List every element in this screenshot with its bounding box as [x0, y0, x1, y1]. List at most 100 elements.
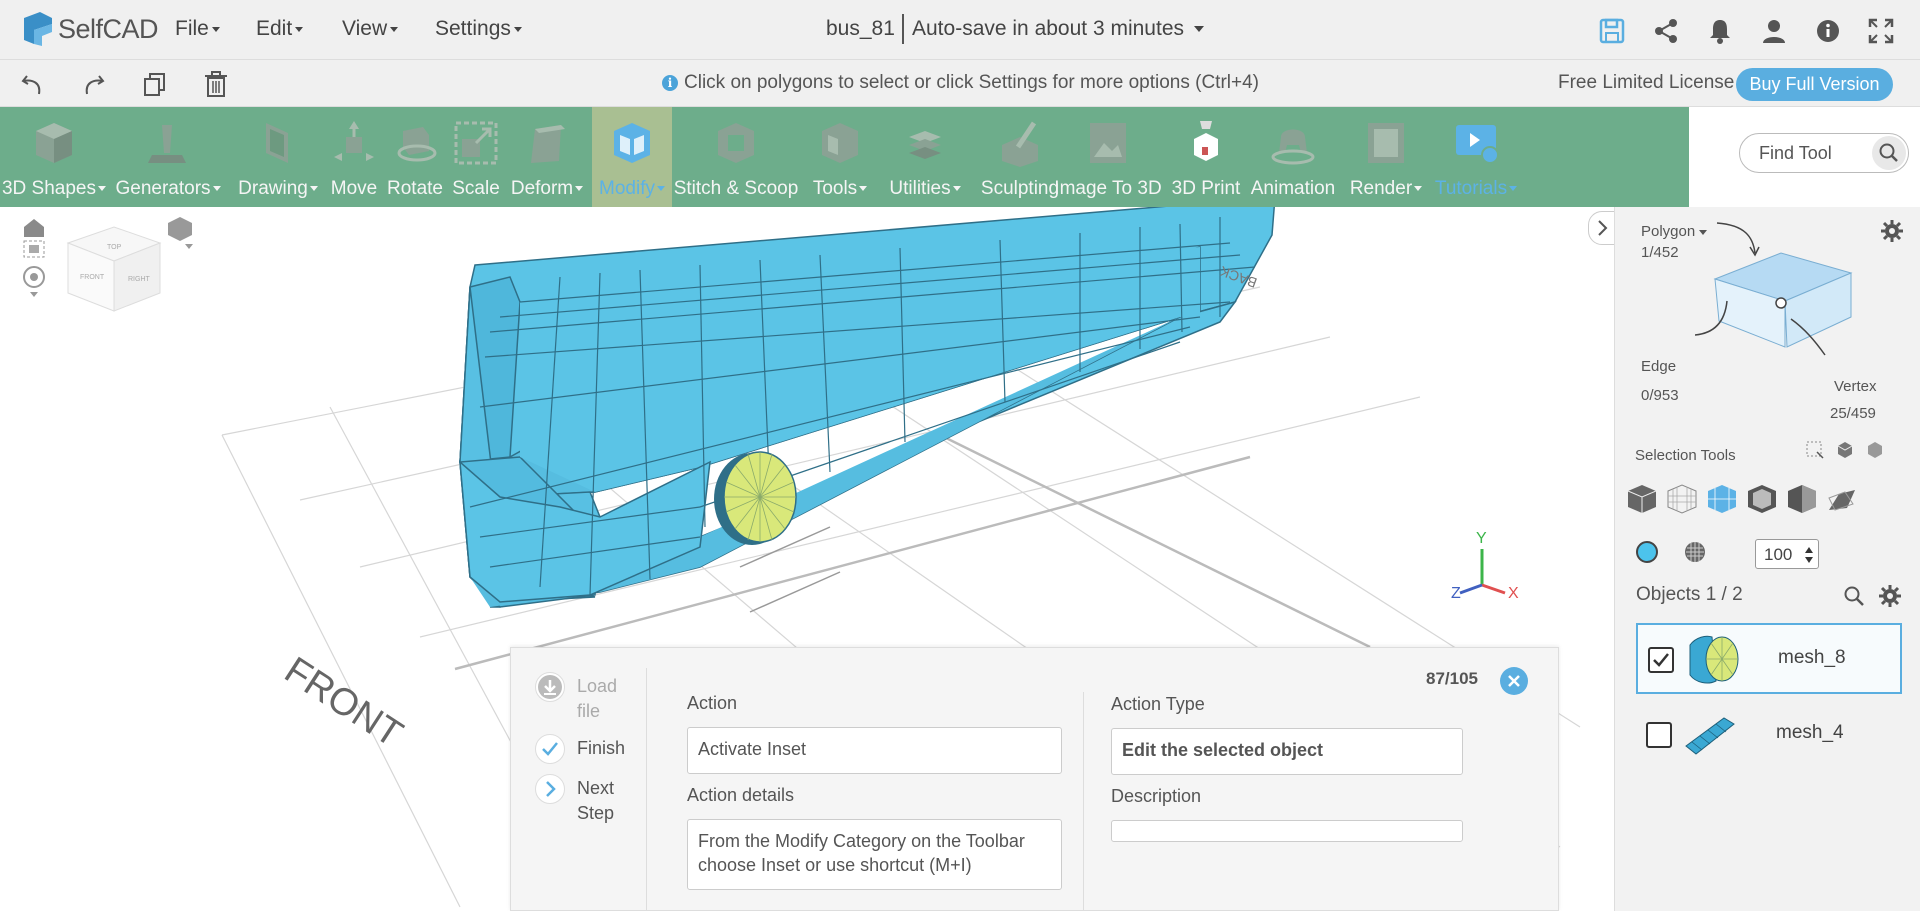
finish-button[interactable]: Finish	[535, 734, 625, 764]
select-connected-icon[interactable]	[1865, 440, 1885, 460]
vertex-label[interactable]: Vertex	[1834, 378, 1877, 395]
box-select-icon[interactable]	[1805, 440, 1825, 460]
app-logo[interactable]: SelfCAD	[20, 10, 159, 48]
home-view-icon[interactable]	[24, 219, 44, 237]
cube-icon	[36, 123, 72, 163]
mesh-8-thumbnail	[1689, 635, 1739, 684]
collapse-panel-button[interactable]	[1588, 211, 1616, 245]
menu-file[interactable]: File	[175, 17, 220, 41]
find-tool-box	[1739, 133, 1909, 173]
object-name: mesh_8	[1778, 647, 1846, 668]
check-icon	[535, 734, 565, 764]
rotate-icon	[397, 127, 437, 162]
fullscreen-icon[interactable]	[1866, 16, 1896, 46]
image-to-3d-icon	[1090, 123, 1126, 163]
copy-icon[interactable]	[141, 70, 169, 98]
tool-generators[interactable]: Generators	[108, 107, 228, 207]
drawing-icon	[266, 123, 288, 163]
menu-bar: SelfCAD File Edit View Settings bus_81 A…	[0, 0, 1920, 60]
tool-scale[interactable]: Scale	[450, 107, 502, 207]
solid-cube-icon[interactable]	[1625, 482, 1659, 516]
object-visibility-checkbox[interactable]	[1648, 647, 1674, 673]
bell-icon[interactable]	[1705, 16, 1735, 46]
tools-icon	[822, 123, 858, 163]
tool-tutorials[interactable]: Tutorials	[1426, 107, 1526, 207]
trash-icon[interactable]	[202, 70, 230, 98]
tool-utilities[interactable]: Utilities	[880, 107, 970, 207]
license-text: Free Limited License	[1558, 72, 1735, 93]
tool-modify[interactable]: Modify	[592, 107, 672, 207]
chevron-right-icon	[535, 774, 565, 804]
object-name: mesh_4	[1776, 722, 1844, 743]
tool-3d-print[interactable]: 3D Print	[1166, 107, 1246, 207]
menu-edit[interactable]: Edit	[256, 17, 304, 41]
menu-view[interactable]: View	[342, 17, 399, 41]
selection-tools-label: Selection Tools	[1635, 447, 1736, 464]
action-label: Action	[687, 693, 738, 713]
download-icon	[535, 672, 565, 702]
close-dialog-button[interactable]	[1500, 667, 1528, 695]
dialog-divider	[1083, 692, 1084, 911]
half-cube-icon[interactable]	[1785, 482, 1819, 516]
stepper-arrows-icon[interactable]	[1804, 544, 1814, 566]
svg-text:TOP: TOP	[107, 244, 122, 251]
face-select-cube-icon[interactable]	[1705, 482, 1739, 516]
autosave-status[interactable]: Auto-save in about 3 minutes	[912, 17, 1204, 41]
select-all-icon[interactable]	[1835, 440, 1855, 460]
svg-text:FRONT: FRONT	[80, 274, 105, 281]
bus-mesh[interactable]	[459, 207, 1275, 608]
tutorial-step-dialog: Load file Finish Next Step Action Activa…	[510, 647, 1559, 911]
project-name[interactable]: bus_81	[826, 17, 895, 41]
step-counter: 87/105	[1426, 669, 1478, 688]
tool-stitch-scoop[interactable]: Stitch & Scoop	[672, 107, 800, 207]
object-color-swatch[interactable]	[1636, 541, 1658, 563]
undo-icon[interactable]	[19, 70, 47, 98]
tool-move[interactable]: Move	[328, 107, 380, 207]
action-type-field: Edit the selected object	[1111, 728, 1463, 775]
move-icon	[334, 121, 374, 161]
object-row-mesh-4[interactable]: mesh_4	[1636, 700, 1902, 771]
outline-cube-icon[interactable]	[1745, 482, 1779, 516]
object-row-mesh-8[interactable]: mesh_8	[1636, 623, 1902, 694]
tool-image-to-3d[interactable]: Image To 3D	[1050, 107, 1166, 207]
mesh-4-thumbnail	[1685, 717, 1735, 755]
info-icon[interactable]	[1813, 16, 1843, 46]
opacity-stepper[interactable]: 100	[1755, 539, 1819, 569]
objects-settings-icon[interactable]	[1878, 584, 1902, 608]
tool-animation[interactable]: Animation	[1240, 107, 1346, 207]
wireframe-cube-icon[interactable]	[1665, 482, 1699, 516]
share-icon[interactable]	[1651, 16, 1681, 46]
next-step-button[interactable]: Next Step	[535, 774, 627, 826]
user-icon[interactable]	[1759, 16, 1789, 46]
tool-3d-shapes[interactable]: 3D Shapes	[0, 107, 108, 207]
selection-mode-cube[interactable]	[1695, 217, 1915, 357]
plane-cut-icon[interactable]	[1825, 482, 1859, 516]
tool-deform[interactable]: Deform	[502, 107, 592, 207]
find-tool-search-button[interactable]	[1872, 136, 1906, 170]
edge-label[interactable]: Edge	[1641, 358, 1676, 375]
tool-tools[interactable]: Tools	[800, 107, 880, 207]
tool-rotate[interactable]: Rotate	[380, 107, 450, 207]
save-icon[interactable]	[1597, 16, 1627, 46]
find-tool-input[interactable]	[1741, 135, 1861, 171]
fit-view-icon[interactable]	[23, 240, 45, 258]
search-icon	[1879, 143, 1898, 162]
perspective-icon[interactable]	[23, 266, 45, 297]
tool-render[interactable]: Render	[1346, 107, 1426, 207]
action-type-label: Action Type	[1111, 694, 1205, 714]
camera-axis-icon[interactable]	[168, 217, 193, 249]
generators-icon	[148, 125, 186, 163]
texture-icon[interactable]	[1683, 540, 1707, 564]
dialog-divider	[646, 668, 647, 911]
redo-icon[interactable]	[79, 70, 107, 98]
search-objects-icon[interactable]	[1842, 584, 1866, 608]
object-visibility-checkbox[interactable]	[1646, 722, 1672, 748]
load-file-button[interactable]: Load file	[535, 672, 627, 724]
view-cube[interactable]: TOP FRONT RIGHT	[66, 226, 162, 312]
edge-count: 0/953	[1641, 387, 1679, 404]
wheel-mesh[interactable]	[714, 451, 797, 545]
buy-full-version-button[interactable]: Buy Full Version	[1736, 68, 1893, 101]
title-separator	[902, 14, 904, 44]
tool-drawing[interactable]: Drawing	[228, 107, 328, 207]
menu-settings[interactable]: Settings	[435, 17, 522, 41]
